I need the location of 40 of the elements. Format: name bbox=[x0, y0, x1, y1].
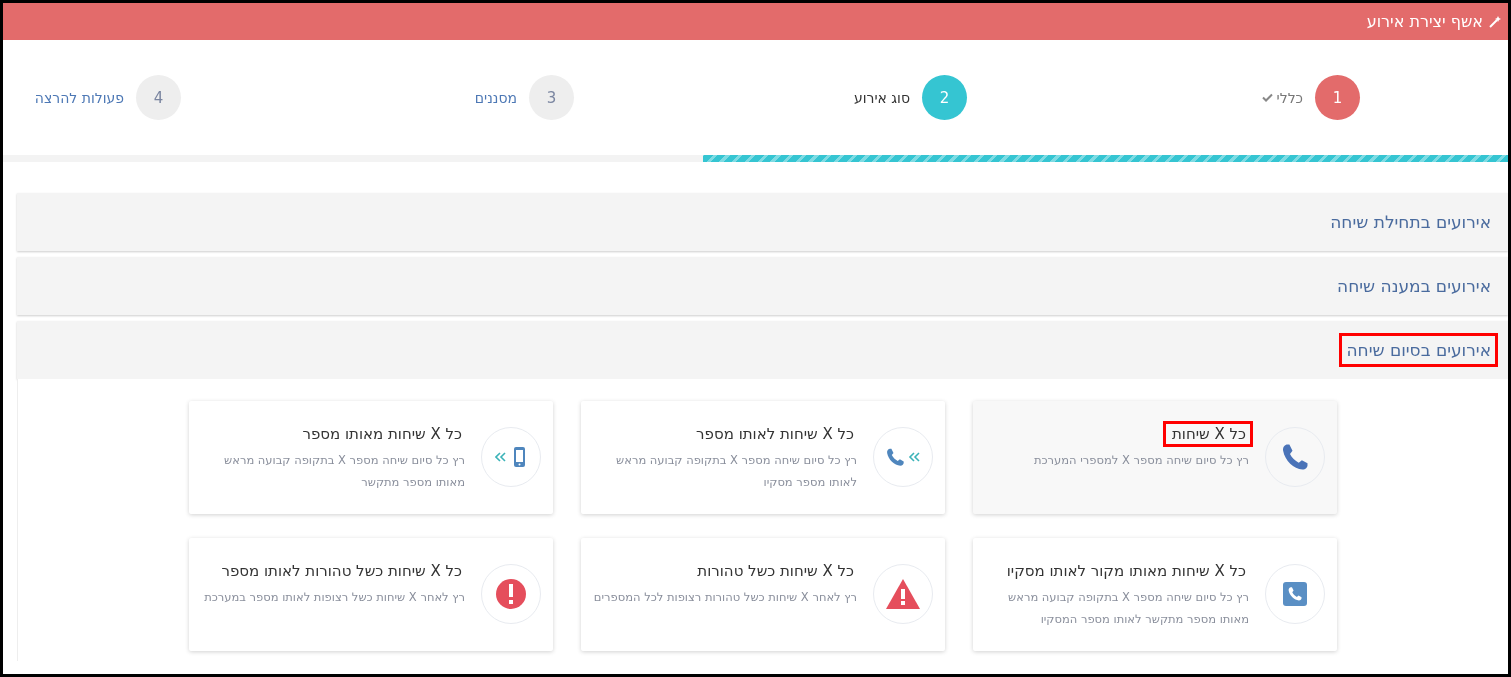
event-card[interactable]: כל X שיחות כשל טהורות רץ לאחר X שיחות כשל טהורות רצופות לכל המספרים bbox=[581, 538, 945, 651]
magic-wand-icon bbox=[1488, 14, 1502, 29]
card-title: כל X שיחות מאותו מספר bbox=[301, 424, 463, 445]
card-description: רץ כל סיום שיחה מספר X בתקופה קבועה מראש לאותו מספר מסקיו bbox=[615, 452, 857, 491]
step-label: כללי bbox=[1276, 89, 1303, 106]
accordion-header[interactable]: אירועים במענה שיחה bbox=[17, 257, 1508, 315]
accordion-header[interactable]: אירועים בסיום שיחה bbox=[17, 321, 1508, 379]
card-description: רץ לאחר X שיחות כשל טהורות רצופות לכל המספרים bbox=[593, 589, 857, 606]
card-title: כל X שיחות לאותו מספר bbox=[695, 424, 855, 445]
card-description: רץ כל סיום שיחה מספר X בתקופה קבועה מראש מאותו מספר מתקשר bbox=[223, 452, 465, 491]
card-title: כל X שיחות כשל טהורות לאותו מספר bbox=[220, 561, 463, 582]
step-number[interactable]: 1 bbox=[1315, 75, 1360, 120]
event-card[interactable]: כל X שיחות לאותו מספר רץ כל סיום שיחה מספר X בתקופה קבועה מראש לאותו מספר מסקיו bbox=[581, 401, 945, 514]
event-card[interactable]: כל X שיחות מאותו מקור לאותו מסקיו רץ כל סיום שיחה מספר X בתקופה קבועה מראש מאותו מספר מתקשר לאותו מספר המסקיו bbox=[973, 538, 1337, 651]
panel-title: אירועים בסיום שיחה bbox=[1339, 333, 1498, 367]
card-description: רץ כל סיום שיחה מספר X בתקופה קבועה מראש מאותו מספר מתקשר לאותו מספר המסקיו bbox=[1007, 589, 1249, 628]
error-icon bbox=[495, 578, 527, 610]
panel-title: אירועים במענה שיחה bbox=[1336, 275, 1492, 298]
window-title: אשף יצירת אירוע bbox=[1366, 12, 1483, 31]
phone-square-icon bbox=[1283, 582, 1307, 606]
card-title: כל X שיחות מאותו מקור לאותו מסקיו bbox=[1005, 561, 1247, 582]
panel-title: אירועים בתחילת שיחה bbox=[1329, 211, 1492, 234]
event-card[interactable]: כל X שיחות כשל טהורות לאותו מספר רץ לאחר X שיחות כשל רצופות לאותו מספר במערכת bbox=[189, 538, 553, 651]
warning-icon bbox=[885, 578, 921, 610]
card-description: רץ כל סיום שיחה מספר X למספרי המערכת bbox=[1034, 452, 1249, 469]
step-number[interactable]: 3 bbox=[529, 75, 574, 120]
mobile-forward-icon bbox=[495, 446, 527, 468]
step-label: פעולות להרצה bbox=[34, 89, 124, 106]
card-title: כל X שיחות כשל טהורות bbox=[696, 561, 855, 582]
step-label: סוג אירוע bbox=[853, 89, 910, 106]
event-card[interactable]: כל X שיחות מאותו מספר רץ כל סיום שיחה מספר X בתקופה קבועה מראש מאותו מספר מתקשר bbox=[189, 401, 553, 514]
event-card[interactable]: כל X שיחות רץ כל סיום שיחה מספר X למספרי המערכת bbox=[973, 401, 1337, 514]
step-label: מסננים bbox=[474, 89, 517, 106]
accordion-header[interactable]: אירועים בתחילת שיחה bbox=[17, 193, 1508, 251]
phone-icon bbox=[1280, 442, 1310, 472]
card-description: רץ לאחר X שיחות כשל רצופות לאותו מספר במערכת bbox=[204, 589, 465, 606]
phone-forward-icon bbox=[885, 446, 921, 468]
check-icon bbox=[1261, 93, 1273, 102]
card-title: כל X שיחות bbox=[1163, 421, 1253, 447]
step-number[interactable]: 4 bbox=[136, 75, 181, 120]
